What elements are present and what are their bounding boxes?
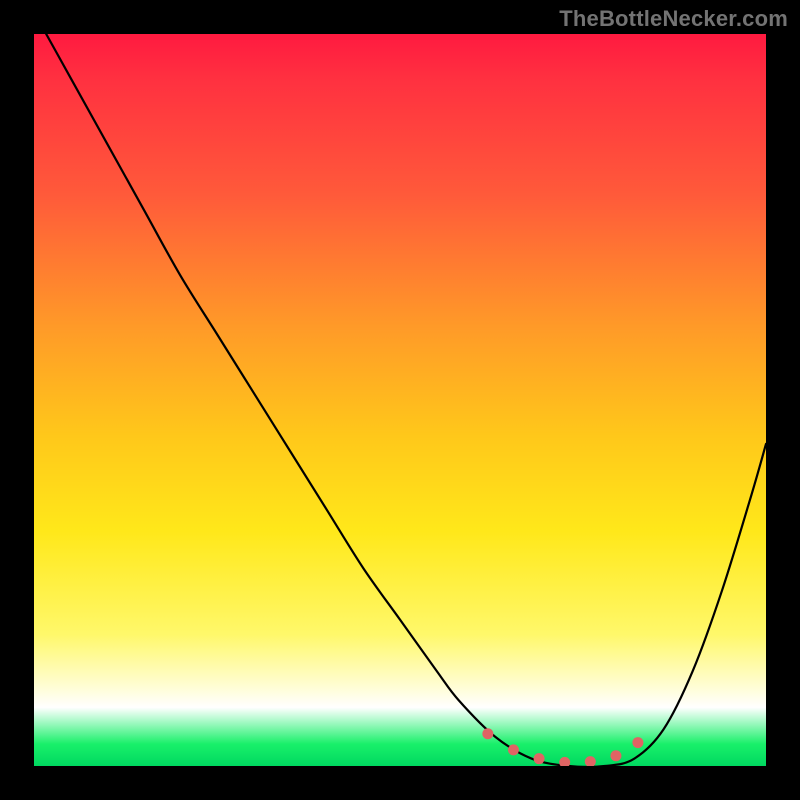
sweet-spot-dot [482,728,493,739]
chart-container: TheBottleNecker.com [0,0,800,800]
sweet-spot-dot [585,756,596,766]
sweet-spot-markers [482,728,643,766]
sweet-spot-dot [559,757,570,766]
sweet-spot-dot [632,737,643,748]
bottleneck-curve-svg [34,34,766,766]
bottleneck-curve-line [34,34,766,766]
sweet-spot-dot [610,750,621,761]
sweet-spot-dot [534,753,545,764]
attribution-watermark: TheBottleNecker.com [559,6,788,32]
plot-area [34,34,766,766]
sweet-spot-dot [508,744,519,755]
